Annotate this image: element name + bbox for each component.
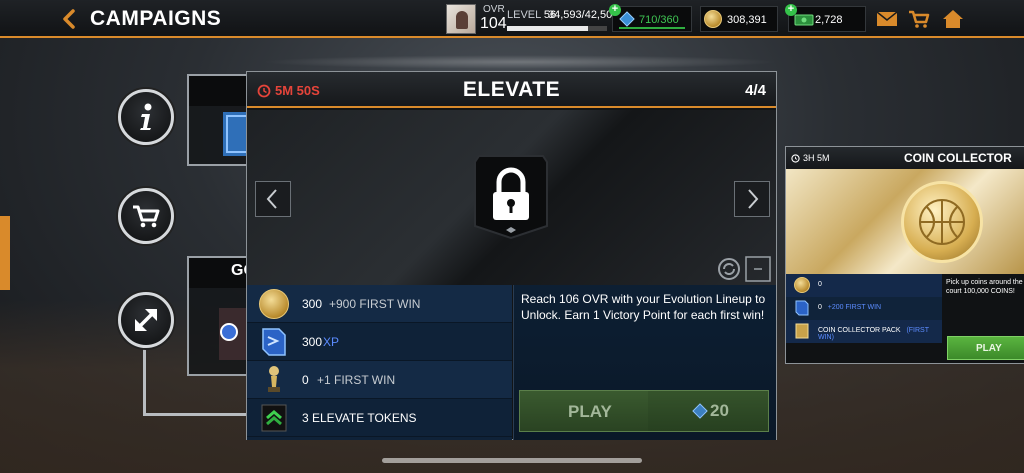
card-title: COIN COLLECTOR — [904, 151, 1012, 165]
reward-bonus: +900 FIRST WIN — [329, 297, 421, 311]
play-button[interactable]: PLAY 20 — [519, 390, 769, 432]
card-reward-row: 0 — [786, 274, 942, 297]
coins-value: 308,391 — [727, 14, 767, 26]
arena-lights — [260, 55, 780, 69]
card-image — [786, 169, 1024, 274]
card-timer: 3H 5M — [803, 153, 830, 163]
energy-stat[interactable]: + 710/360 — [609, 4, 692, 32]
expand-icon — [135, 309, 157, 331]
lock-icon — [474, 155, 548, 240]
card-reward-row: 0 +200 FIRST WIN — [786, 297, 942, 320]
side-drawer-tab[interactable] — [0, 216, 10, 290]
prev-button[interactable] — [255, 181, 291, 217]
ovr-label: OVR — [483, 4, 505, 15]
basketball-coin-icon — [901, 181, 983, 263]
coin-icon — [259, 289, 289, 319]
trophy-icon — [268, 366, 280, 392]
reward-row-trophy: 0 +1 FIRST WIN — [247, 361, 512, 399]
cash-icon — [794, 14, 814, 26]
card-play-label: PLAY — [976, 343, 1002, 354]
next-button[interactable] — [734, 181, 770, 217]
home-icon[interactable] — [942, 9, 964, 29]
more-options-icon[interactable] — [745, 256, 771, 282]
cart-icon — [133, 205, 160, 228]
expand-button[interactable] — [118, 292, 174, 348]
elevate-token-icon — [261, 404, 287, 432]
home-indicator[interactable] — [382, 458, 642, 463]
xp-icon — [262, 328, 286, 356]
energy-value: 710/360 — [639, 14, 679, 26]
play-button-label: PLAY — [568, 402, 612, 421]
reward-row-coins: 300 +900 FIRST WIN — [247, 285, 512, 323]
play-cost-value: 20 — [710, 401, 729, 420]
energy-diamond-icon — [619, 11, 635, 27]
coin-icon — [794, 277, 810, 293]
refresh-icon[interactable] — [716, 256, 742, 282]
level-label: LEVEL — [507, 9, 541, 21]
info-button[interactable] — [118, 89, 174, 145]
energy-diamond-icon — [692, 403, 708, 419]
card-description: Pick up coins around the court 100,000 C… — [946, 279, 1023, 295]
store-cart-icon[interactable] — [908, 9, 930, 29]
reward-value: 300 — [302, 297, 323, 311]
rewards-list: 300 +900 FIRST WIN 300 XP 0 +1 FIRST WIN — [247, 285, 512, 440]
card-reward-value: 0 +200 FIRST WIN — [818, 304, 882, 311]
coins-stat[interactable]: 308,391 — [700, 6, 778, 32]
xp-icon — [795, 300, 809, 316]
cash-stat[interactable]: + 2,728 — [785, 4, 866, 32]
modal-header: 5M 50S ELEVATE 4/4 — [247, 72, 776, 108]
campaign-detail-modal: 5M 50S ELEVATE 4/4 300 +900 FIRST WIN 30… — [246, 71, 777, 440]
reward-xp-tag: XP — [323, 335, 340, 349]
coin-collector-card[interactable]: 3H 5M COIN COLLECTOR 0 0 +200 FIRST WIN — [785, 146, 1024, 364]
campaign-preview — [247, 110, 776, 285]
info-icon — [140, 103, 152, 130]
reward-row-tokens: 3 ELEVATE TOKENS — [247, 399, 512, 437]
modal-title: ELEVATE — [462, 78, 561, 101]
card-reward-value: 0 — [818, 281, 822, 288]
chevron-right-icon — [748, 189, 759, 209]
reward-value: 300 — [302, 335, 323, 349]
clock-icon — [791, 154, 800, 163]
card-header: 3H 5M COIN COLLECTOR — [786, 147, 1024, 169]
reward-bonus: +1 FIRST WIN — [317, 373, 396, 387]
reward-row-xp: 300 XP — [247, 323, 512, 361]
card-rewards: 0 0 +200 FIRST WIN COIN COLLECTOR PACK (… — [786, 274, 942, 343]
coin-icon — [704, 10, 722, 28]
page-title: CAMPAIGNS — [90, 7, 222, 30]
campaign-description: Reach 106 OVR with your Evolution Lineup… — [521, 292, 766, 322]
store-button[interactable] — [118, 188, 174, 244]
pack-icon — [795, 323, 809, 339]
path-connector-h — [143, 413, 247, 416]
xp-progress-bar — [507, 26, 607, 31]
card-reward-row: COIN COLLECTOR PACK (FIRST WIN) — [786, 320, 942, 343]
reward-value: 0 — [302, 373, 309, 387]
path-connector — [143, 345, 146, 415]
mail-icon[interactable] — [876, 9, 898, 29]
avatar[interactable] — [446, 4, 476, 34]
card-play-button[interactable]: PLAY — [947, 336, 1024, 360]
back-arrow-icon[interactable] — [60, 9, 78, 29]
xp-counter: 34,593/42,500 — [548, 9, 619, 21]
page-indicator: 4/4 — [745, 82, 766, 99]
play-cost: 20 — [648, 391, 768, 431]
reward-value: 3 ELEVATE TOKENS — [302, 411, 417, 425]
cash-value: 2,728 — [815, 14, 843, 26]
card-reward-value: COIN COLLECTOR PACK (FIRST WIN) — [818, 327, 929, 341]
campaign-2-thumbnail — [219, 308, 249, 360]
top-bar: CAMPAIGNS OVR 104 LEVEL 56 34,593/42,500… — [0, 0, 1024, 38]
ovr-value: 104 — [480, 15, 507, 32]
chevron-left-icon — [266, 189, 277, 209]
